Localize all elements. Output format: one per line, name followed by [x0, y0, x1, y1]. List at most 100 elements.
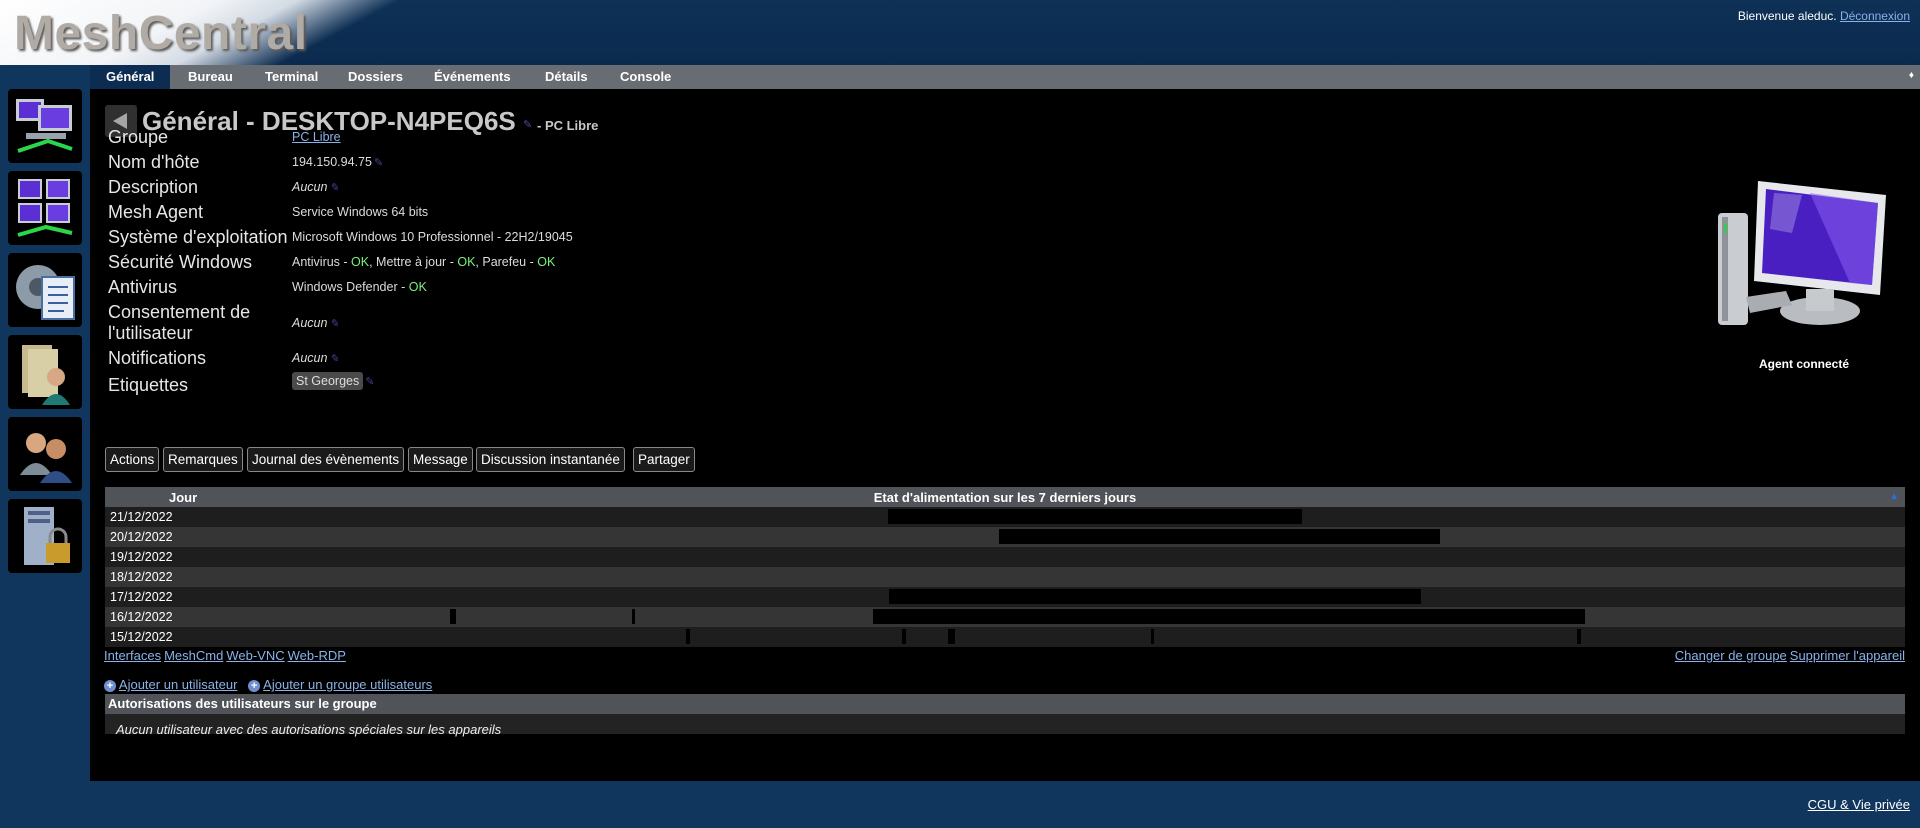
tab-files[interactable]: Dossiers: [332, 65, 419, 89]
tab-desktop[interactable]: Bureau: [172, 65, 249, 89]
add-users-row: + Ajouter un utilisateur + Ajouter un gr…: [104, 677, 432, 692]
tag-badge: St Georges: [292, 372, 364, 390]
hostname-value: 194.150.94.75 ✎: [292, 155, 383, 169]
power-on-segment: [1576, 629, 1581, 644]
description-value: Aucun ✎: [292, 180, 339, 194]
power-on-segment: [999, 529, 1440, 544]
permissions-empty-text: Aucun utilisateur avec des autorisations…: [116, 722, 502, 737]
tab-details[interactable]: Détails: [529, 65, 604, 89]
edit-consent-pencil-icon[interactable]: ✎: [329, 318, 338, 330]
windows-security-label: Sécurité Windows: [108, 252, 253, 272]
power-row-date: 18/12/2022: [110, 570, 173, 584]
consent-value: Aucun ✎: [292, 316, 339, 330]
column-power-state: Etat d'alimentation sur les 7 derniers j…: [873, 490, 1137, 505]
group-label: Groupe: [108, 127, 169, 147]
power-on-segment: [686, 629, 690, 644]
terms-privacy-link[interactable]: CGU & Vie privée: [1808, 797, 1910, 812]
consent-label: Consentement de l'utilisateur: [108, 302, 250, 344]
edit-notifications-pencil-icon[interactable]: ✎: [329, 353, 338, 365]
logout-link[interactable]: Déconnexion: [1840, 9, 1910, 23]
tab-console[interactable]: Console: [604, 65, 687, 89]
device-groups-button[interactable]: [8, 171, 82, 245]
consent-text: Aucun: [292, 316, 328, 330]
edit-description-pencil-icon[interactable]: ✎: [329, 182, 338, 194]
add-group-plus-icon: +: [248, 680, 261, 692]
tab-terminal[interactable]: Terminal: [249, 65, 334, 89]
my-users-button[interactable]: [8, 417, 82, 491]
tags-value: St Georges ✎: [292, 372, 374, 390]
change-group-link[interactable]: Changer de groupe: [1675, 648, 1787, 663]
sec-update-text: , Mettre à jour -: [369, 255, 458, 269]
power-rows: 21/12/2022 20/12/2022 19/12/2022 18/12/2022…: [105, 507, 1905, 647]
power-row-date: 17/12/2022: [110, 590, 173, 604]
agent-status: Agent connecté: [1759, 357, 1850, 371]
app-logo: MeshCentral: [14, 7, 308, 60]
user-permissions-panel: Autorisations des utilisateurs sur le gr…: [105, 694, 1905, 737]
hostname-label: Nom d'hôte: [108, 152, 200, 172]
tab-events[interactable]: Événements: [418, 65, 527, 89]
edit-hostname-pencil-icon[interactable]: ✎: [374, 157, 383, 169]
add-user-link[interactable]: Ajouter un utilisateur: [119, 677, 238, 692]
server-security-button[interactable]: [8, 499, 82, 573]
power-row: 19/12/2022: [105, 547, 1905, 567]
meshcmd-link[interactable]: MeshCmd: [164, 648, 223, 663]
consent-label-line2: l'utilisateur: [108, 323, 193, 343]
sort-arrow-icon[interactable]: ▲: [1889, 491, 1899, 502]
my-server-button[interactable]: [8, 253, 82, 327]
share-button[interactable]: Partager: [633, 447, 695, 472]
hostname-text: 194.150.94.75: [292, 155, 372, 169]
description-label: Description: [108, 177, 199, 197]
power-on-segment: [902, 629, 906, 644]
power-row: 15/12/2022: [105, 627, 1905, 647]
gear-icon: [16, 265, 75, 320]
delete-device-link[interactable]: Supprimer l'appareil: [1790, 648, 1905, 663]
web-rdp-link[interactable]: Web-RDP: [288, 648, 346, 663]
device-groups-icon: [17, 179, 73, 237]
antivirus-value: Windows Defender - OK: [292, 280, 427, 294]
power-on-segment: [631, 609, 636, 624]
os-value: Microsoft Windows 10 Professionnel - 22H…: [292, 230, 573, 244]
mesh-agent-label: Mesh Agent: [108, 202, 204, 222]
power-on-segment: [887, 509, 1302, 524]
tab-general[interactable]: Général: [90, 65, 171, 89]
power-row: 17/12/2022: [105, 587, 1905, 607]
antivirus-text: Windows Defender -: [292, 280, 409, 294]
power-table-header: Jour Etat d'alimentation sur les 7 derni…: [105, 487, 1905, 507]
interfaces-link[interactable]: Interfaces: [104, 648, 161, 663]
edit-name-pencil-icon[interactable]: ✎: [523, 118, 532, 131]
welcome-text: Bienvenue aleduc.: [1737, 9, 1837, 23]
power-on-segment: [1150, 629, 1155, 644]
power-history-table: Jour Etat d'alimentation sur les 7 derni…: [105, 487, 1905, 647]
pin-icon[interactable]: ♦: [1909, 65, 1914, 87]
power-row-date: 21/12/2022: [110, 510, 173, 524]
sec-firewall-text: , Parefeu -: [475, 255, 538, 269]
antivirus-status: OK: [408, 280, 427, 294]
top-header: MeshCentral Bienvenue aleduc. Déconnexio…: [0, 0, 1920, 65]
antivirus-label: Antivirus: [108, 277, 178, 297]
permissions-header: Autorisations des utilisateurs sur le gr…: [105, 694, 1905, 714]
edit-tags-pencil-icon[interactable]: ✎: [365, 376, 374, 388]
computer-icon: [1718, 181, 1886, 325]
sec-update-status: OK: [457, 255, 476, 269]
add-user-group-link[interactable]: Ajouter un groupe utilisateurs: [263, 677, 432, 692]
event-log-button[interactable]: Journal des évènements: [247, 447, 405, 472]
users-icon: [20, 433, 72, 483]
my-files-button[interactable]: [8, 335, 82, 409]
web-vnc-link[interactable]: Web-VNC: [226, 648, 284, 663]
add-user-plus-icon: +: [104, 680, 116, 692]
notes-button[interactable]: Remarques: [163, 447, 243, 472]
group-value: PC Libre: [292, 130, 341, 144]
power-on-segment: [872, 609, 1586, 624]
actions-button[interactable]: Actions: [105, 447, 160, 472]
power-row: 16/12/2022: [105, 607, 1905, 627]
folder-user-icon: [22, 345, 70, 405]
power-row: 20/12/2022: [105, 527, 1905, 547]
chat-button[interactable]: Discussion instantanée: [476, 447, 625, 472]
group-link[interactable]: PC Libre: [292, 130, 341, 144]
windows-security-value: Antivirus - OK, Mettre à jour - OK, Pare…: [292, 255, 555, 269]
my-devices-icon: [16, 99, 73, 153]
page-title-group: - PC Libre: [537, 118, 599, 133]
message-button[interactable]: Message: [408, 447, 473, 472]
power-row: 21/12/2022: [105, 507, 1905, 527]
my-devices-button[interactable]: [8, 89, 82, 163]
